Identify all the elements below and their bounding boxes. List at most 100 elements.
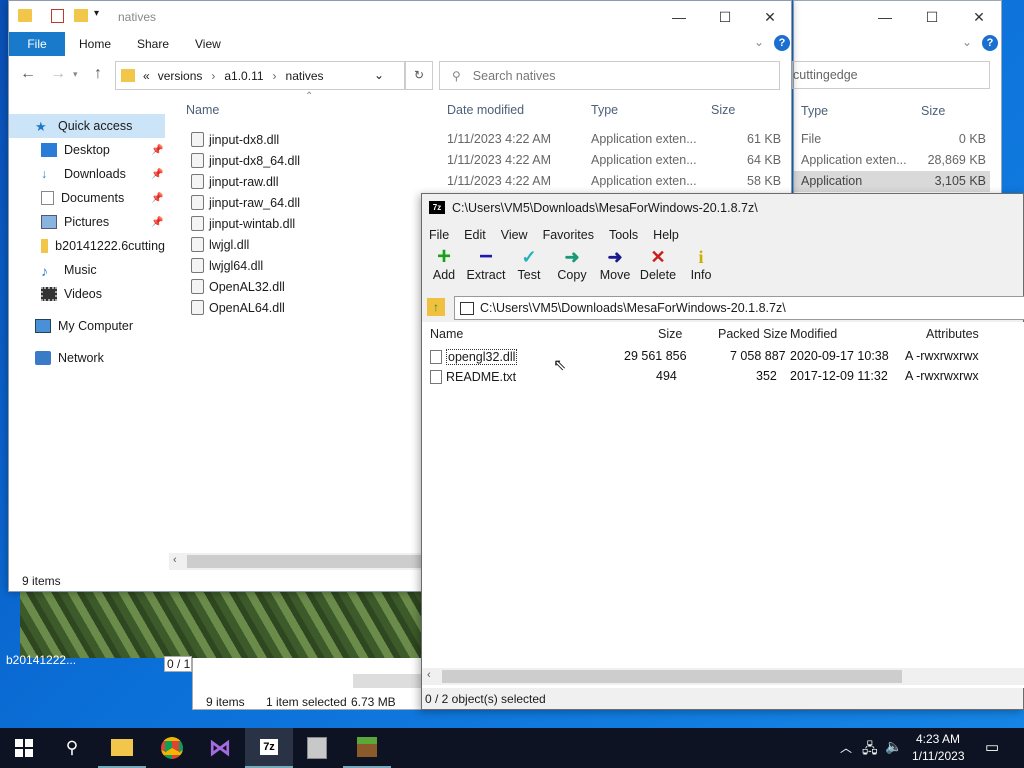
- clock-time[interactable]: 4:23 AM: [916, 732, 960, 746]
- copy-button[interactable]: ➜ Copy: [550, 246, 594, 292]
- column-header-size[interactable]: Size: [658, 327, 682, 341]
- breadcrumb-item[interactable]: a1.0.11: [224, 69, 263, 83]
- scrollbar-thumb[interactable]: [442, 670, 902, 683]
- scrollbar-thumb[interactable]: [187, 555, 422, 568]
- pin-icon[interactable]: 📌: [151, 193, 163, 204]
- tab-share[interactable]: Share: [127, 32, 179, 56]
- up-folder-icon[interactable]: ↑: [427, 298, 445, 316]
- minimize-button[interactable]: —: [862, 3, 908, 31]
- sidebar-item-music[interactable]: ♪ Music: [9, 258, 165, 282]
- new-folder-icon[interactable]: [74, 9, 88, 22]
- extract-button[interactable]: − Extract: [464, 243, 508, 292]
- sidebar-item-videos[interactable]: Videos: [9, 282, 165, 306]
- pin-icon[interactable]: 📌: [151, 169, 163, 180]
- sidebar-item-quick-access[interactable]: ★ Quick access: [9, 114, 165, 138]
- sevenzip-taskbar-button[interactable]: 7z: [245, 728, 293, 768]
- tab-home[interactable]: Home: [69, 32, 121, 56]
- chevron-down-icon[interactable]: ⌄: [374, 68, 384, 82]
- column-header-attributes[interactable]: Attributes: [926, 327, 979, 341]
- installer-taskbar-button[interactable]: [293, 728, 341, 768]
- address-bar[interactable]: C:\Users\VM5\Downloads\MesaForWindows-20…: [454, 296, 1024, 320]
- move-button[interactable]: ➜ Move: [593, 246, 637, 292]
- search-button[interactable]: ⚲: [48, 728, 96, 768]
- volume-icon[interactable]: 🔈: [885, 738, 902, 755]
- minimize-button[interactable]: —: [656, 3, 702, 31]
- menu-favorites[interactable]: Favorites: [543, 228, 594, 242]
- desktop-icon-label[interactable]: b20141222...: [6, 653, 76, 667]
- sidebar-item-desktop[interactable]: Desktop 📌: [9, 138, 165, 162]
- network-icon[interactable]: 🖧: [862, 738, 878, 762]
- tab-view[interactable]: View: [185, 32, 231, 56]
- maximize-button[interactable]: ☐: [702, 3, 748, 31]
- column-header-name[interactable]: Name: [430, 327, 463, 341]
- horizontal-scrollbar[interactable]: ‹: [422, 668, 1024, 685]
- table-row[interactable]: File 0 KB: [794, 129, 990, 150]
- file-row[interactable]: OpenAL64.dll: [185, 297, 285, 318]
- file-row[interactable]: lwjgl.dll: [185, 234, 249, 255]
- sidebar-item-folder[interactable]: b20141222.6cutting: [9, 234, 165, 258]
- help-icon[interactable]: ?: [774, 35, 790, 51]
- refresh-icon[interactable]: ↻: [405, 61, 433, 90]
- scroll-left-icon[interactable]: ‹: [427, 669, 431, 681]
- minecraft-taskbar-button[interactable]: [343, 728, 391, 768]
- maximize-button[interactable]: ☐: [909, 3, 955, 31]
- breadcrumb-item[interactable]: versions: [158, 69, 203, 83]
- customize-dropdown-icon[interactable]: ▾: [94, 8, 99, 19]
- show-hidden-icons-icon[interactable]: ︿: [840, 739, 852, 756]
- recent-dropdown-icon[interactable]: ▾: [73, 69, 78, 80]
- horizontal-scrollbar[interactable]: [353, 674, 421, 688]
- breadcrumb-overflow[interactable]: «: [143, 69, 150, 83]
- pin-icon[interactable]: 📌: [151, 145, 163, 156]
- close-button[interactable]: ✕: [747, 3, 793, 31]
- column-header-packed-size[interactable]: Packed Size: [718, 327, 787, 341]
- menu-edit[interactable]: Edit: [464, 228, 486, 242]
- file-row[interactable]: lwjgl64.dll: [185, 255, 263, 276]
- delete-button[interactable]: ✕ Delete: [636, 246, 680, 292]
- menu-view[interactable]: View: [501, 228, 528, 242]
- forward-arrow-icon[interactable]: →: [50, 65, 66, 83]
- up-arrow-icon[interactable]: ↑: [94, 65, 102, 83]
- chevron-down-icon[interactable]: ⌄: [962, 35, 972, 49]
- column-header-type[interactable]: Type: [801, 104, 828, 118]
- file-row[interactable]: jinput-wintab.dll: [185, 213, 295, 234]
- file-row[interactable]: jinput-dx8_64.dll: [185, 150, 300, 171]
- sidebar-item-my-computer[interactable]: My Computer: [9, 314, 165, 338]
- sidebar-item-documents[interactable]: Documents 📌: [9, 186, 165, 210]
- menu-help[interactable]: Help: [653, 228, 679, 242]
- column-header-type[interactable]: Type: [591, 103, 618, 117]
- file-row[interactable]: jinput-dx8.dll: [185, 129, 279, 150]
- tab-file[interactable]: File: [9, 32, 65, 56]
- column-header-date[interactable]: Date modified: [447, 103, 524, 117]
- search-input[interactable]: ⚲ Search natives: [439, 61, 780, 90]
- column-header-modified[interactable]: Modified: [790, 327, 837, 341]
- file-row[interactable]: OpenAL32.dll: [185, 276, 285, 297]
- clock-date[interactable]: 1/11/2023: [912, 749, 965, 763]
- file-row[interactable]: jinput-raw_64.dll: [185, 192, 300, 213]
- breadcrumb-item[interactable]: natives: [286, 69, 324, 83]
- add-button[interactable]: + Add: [422, 243, 466, 292]
- scroll-left-icon[interactable]: ‹: [173, 554, 177, 566]
- test-button[interactable]: ✓ Test: [507, 246, 551, 292]
- column-header-size[interactable]: Size: [921, 104, 945, 118]
- close-button[interactable]: ✕: [956, 3, 1002, 31]
- column-header-name[interactable]: Name: [186, 103, 219, 117]
- sidebar-item-pictures[interactable]: Pictures 📌: [9, 210, 165, 234]
- start-button[interactable]: [0, 728, 48, 768]
- sidebar-item-network[interactable]: Network: [9, 346, 165, 370]
- file-explorer-taskbar-button[interactable]: [98, 728, 146, 768]
- notification-icon[interactable]: ▭: [985, 738, 999, 756]
- back-arrow-icon[interactable]: ←: [20, 65, 36, 83]
- search-input[interactable]: cuttingedge: [792, 61, 990, 89]
- visual-studio-taskbar-button[interactable]: ⋈: [196, 728, 244, 768]
- menu-file[interactable]: File: [429, 228, 449, 242]
- menu-tools[interactable]: Tools: [609, 228, 638, 242]
- address-bar[interactable]: « versions › a1.0.11 › natives ⌄: [115, 61, 405, 90]
- sidebar-item-downloads[interactable]: ↓ Downloads 📌: [9, 162, 165, 186]
- column-header-size[interactable]: Size: [711, 103, 735, 117]
- chrome-taskbar-button[interactable]: [148, 728, 196, 768]
- properties-icon[interactable]: [51, 9, 64, 23]
- help-icon[interactable]: ?: [982, 35, 998, 51]
- horizontal-scrollbar[interactable]: ‹: [169, 553, 422, 570]
- table-row-selected[interactable]: Application 3,105 KB: [794, 171, 990, 192]
- pin-icon[interactable]: 📌: [151, 217, 163, 228]
